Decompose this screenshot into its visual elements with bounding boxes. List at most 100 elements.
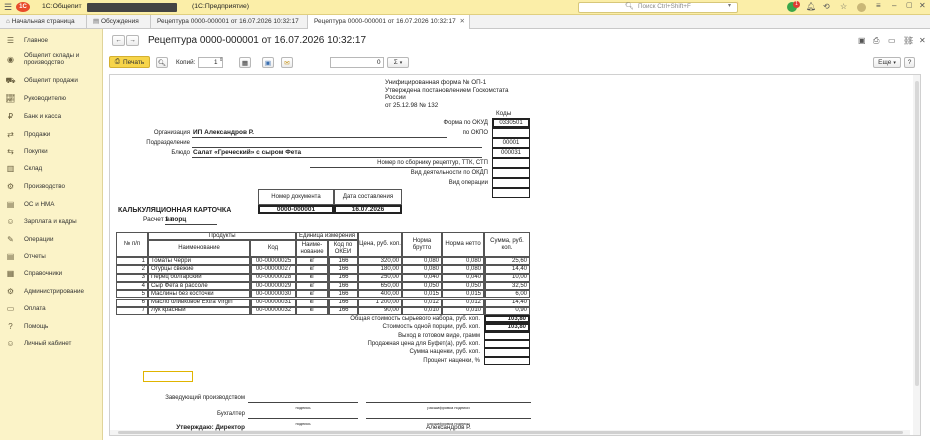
total-label: Выход в готовом виде, грамм bbox=[398, 332, 480, 339]
print-button[interactable]: ⎙ Печать bbox=[109, 56, 150, 68]
sidebar-item-17[interactable]: ? Помощь bbox=[0, 318, 103, 335]
th-net: Норма нетто bbox=[442, 232, 484, 257]
table-cell: Лук красный bbox=[148, 306, 250, 316]
form-header-line: Унифицированная форма № ОП-1 bbox=[385, 79, 487, 86]
minimize-icon[interactable]: – bbox=[892, 2, 896, 10]
th-gross: Норма брутто bbox=[402, 232, 442, 257]
sidebar-item-14[interactable]: ▦ Справочники bbox=[0, 265, 103, 282]
sidebar-item-18[interactable]: ☺ Личный кабинет bbox=[0, 335, 103, 352]
table-cell: кг bbox=[296, 290, 328, 299]
sidebar-item-9[interactable]: ⚙︎ Производство bbox=[0, 178, 103, 195]
search-dropdown-icon[interactable]: ▾ bbox=[728, 3, 731, 9]
help-icon: ? bbox=[8, 322, 13, 331]
user-avatar[interactable] bbox=[857, 3, 866, 12]
more-vert-icon[interactable]: ⋮ bbox=[908, 37, 916, 45]
preview-button[interactable]: 🔍︎ bbox=[156, 57, 168, 68]
sum-value: 0 bbox=[377, 59, 381, 66]
code-cell bbox=[492, 178, 530, 188]
dept-code-value: 00001 bbox=[502, 140, 520, 146]
sidebar-item-8[interactable]: ▥ Склад bbox=[0, 160, 103, 177]
sidebar-item-10[interactable]: ▤ ОС и НМА bbox=[0, 196, 103, 213]
tab-recipe-2-active[interactable]: Рецептура 0000-000001 от 16.07.2026 10:3… bbox=[308, 15, 470, 30]
table-cell: 5 bbox=[116, 290, 148, 299]
tab-discussions[interactable]: ▤ Обсуждения bbox=[87, 15, 151, 29]
th-products: Продукты bbox=[148, 232, 296, 240]
help-button[interactable]: ? bbox=[904, 57, 915, 68]
search-input[interactable]: Поиск Ctrl+Shift+F bbox=[638, 3, 691, 10]
more-button[interactable]: Еще ▾ bbox=[873, 57, 901, 68]
sales-icon: ⇄ bbox=[7, 130, 14, 139]
total-value bbox=[484, 340, 530, 349]
table-cell: Масло оливковое Extra Virgin bbox=[148, 298, 250, 307]
okpo-label: по ОКПО bbox=[462, 130, 488, 136]
chart-icon: 📈︎ bbox=[5, 94, 16, 103]
sum-button[interactable]: Σ ▾ bbox=[387, 57, 409, 68]
operation-label: Вид операции bbox=[448, 180, 488, 186]
code-cell bbox=[492, 188, 530, 198]
table-settings-icon: ▦ bbox=[241, 59, 249, 67]
preview-icon[interactable]: ▭ bbox=[888, 37, 896, 45]
sidebar-item-11[interactable]: ☺ Зарплата и кадры bbox=[0, 213, 103, 230]
star-icon[interactable]: ☆ bbox=[840, 3, 847, 11]
sidebar-item-label: Справочники bbox=[24, 269, 63, 277]
h-scroll-thumb[interactable] bbox=[118, 431, 903, 434]
maximize-icon[interactable]: ▢ bbox=[906, 2, 913, 9]
sidebar: ☰ Главное ◉ Общепит склады и производство ⛟ О… bbox=[0, 29, 103, 440]
sidebar-item-7[interactable]: ⇆ Покупки bbox=[0, 143, 103, 160]
table-cell: 0,040 bbox=[402, 273, 442, 282]
sidebar-item-2[interactable]: ◉ Общепит склады и производство bbox=[0, 49, 103, 69]
bell-icon[interactable]: 🔔︎ bbox=[806, 3, 816, 11]
form-header-line: России bbox=[385, 94, 406, 101]
factory-icon: ⚙︎ bbox=[6, 182, 15, 191]
th-price: Цена, руб. коп. bbox=[358, 232, 402, 257]
okud-value: 0330501 bbox=[499, 120, 523, 126]
save-file-icon[interactable]: ▣ bbox=[858, 37, 866, 45]
bank-icon: ₽ bbox=[7, 112, 14, 121]
copies-spin-icon[interactable]: ⇕ bbox=[219, 58, 223, 63]
chat-icon: ▤ bbox=[93, 18, 101, 25]
table-cell: 0,080 bbox=[402, 257, 442, 266]
form-header-line: Утверждена постановлением Госкомстата bbox=[385, 86, 509, 94]
table-cell: 6,00 bbox=[484, 290, 530, 299]
close-window-icon[interactable]: ✕ bbox=[919, 2, 926, 10]
email-button[interactable]: ✉ bbox=[281, 57, 293, 68]
scroll-thumb[interactable] bbox=[915, 81, 919, 386]
print-form: Унифицированная форма № ОП-1 Утверждена п… bbox=[110, 75, 910, 431]
table-cell: 14,40 bbox=[484, 265, 530, 274]
hamburger-icon[interactable]: ☰ bbox=[4, 3, 12, 12]
sidebar-item-5[interactable]: ₽ Банк и касса bbox=[0, 108, 103, 125]
reports-icon: ▤ bbox=[6, 252, 15, 261]
sidebar-item-1[interactable]: ☰ Главное bbox=[0, 32, 103, 49]
close-tab-icon[interactable]: ✕ bbox=[460, 15, 465, 29]
table-cell: Перец болгарский bbox=[148, 273, 250, 282]
table-cell: 0,90 bbox=[484, 306, 530, 316]
search-icon[interactable]: 🔍︎ bbox=[625, 3, 634, 10]
sum-input[interactable] bbox=[330, 57, 384, 68]
sidebar-item-12[interactable]: ✎ Операции bbox=[0, 231, 103, 248]
top-bar: ☰ 1С 1С:Общепит (1С:Предприятие) Поиск C… bbox=[0, 0, 930, 15]
sidebar-item-4[interactable]: 📈︎ Руководителю bbox=[0, 90, 103, 107]
sidebar-item-label: Операции bbox=[24, 235, 54, 243]
sidebar-item-13[interactable]: ▤ Отчеты bbox=[0, 248, 103, 265]
save-button[interactable]: ▣ bbox=[262, 57, 274, 68]
calc-for-value: 1 порц bbox=[165, 216, 187, 223]
sidebar-item-3[interactable]: ⛟ Общепит продажи bbox=[0, 72, 103, 89]
th-sum: Сумма, руб. коп. bbox=[484, 232, 530, 257]
settings-button[interactable]: ▦ bbox=[239, 57, 251, 68]
main-menu-icon[interactable]: ≡ bbox=[876, 2, 881, 10]
sidebar-item-6[interactable]: ⇄ Продажи bbox=[0, 126, 103, 143]
table-cell: 00-00000028 bbox=[250, 273, 296, 282]
close-form-icon[interactable]: ✕ bbox=[919, 37, 926, 45]
table-cell: 320,00 bbox=[358, 257, 402, 266]
sidebar-item-label: Руководителю bbox=[24, 94, 67, 102]
forward-button[interactable]: → bbox=[126, 35, 139, 46]
tab-recipe-1[interactable]: Рецептура 0000-000001 от 16.07.2026 10:3… bbox=[151, 15, 308, 29]
sidebar-item-label: Общепит продажи bbox=[24, 76, 78, 84]
print-icon[interactable]: ⎙ bbox=[873, 37, 879, 45]
total-value bbox=[484, 331, 530, 340]
sidebar-item-16[interactable]: ▭ Оплата bbox=[0, 300, 103, 317]
back-button[interactable]: ← bbox=[112, 35, 125, 46]
sidebar-item-15[interactable]: ⚙︎ Администрирование bbox=[0, 283, 103, 300]
history-icon[interactable]: ⟲ bbox=[823, 3, 830, 11]
tab-home[interactable]: ⌂ Начальная страница bbox=[0, 15, 87, 29]
